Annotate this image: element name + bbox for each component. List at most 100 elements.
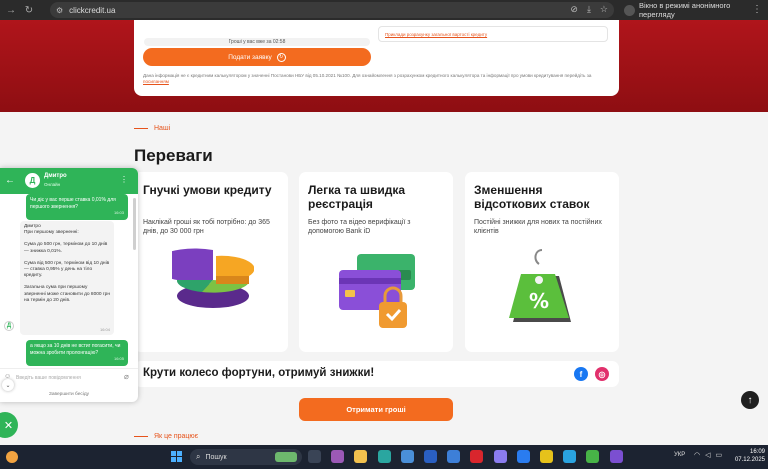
battery-icon[interactable]: ▭: [716, 451, 723, 459]
incognito-icon: [624, 4, 635, 16]
chat-message-out: Чи діє у вас перше ставка 0,01% для перш…: [26, 194, 128, 220]
mail-icon[interactable]: [447, 450, 461, 463]
chat-message-out: а якщо за 10 днів не встиг погасити, чи …: [26, 340, 128, 366]
get-money-button[interactable]: Отримати гроші: [299, 398, 453, 421]
search-highlight-image: [275, 452, 297, 462]
advantage-card-registration: Легка та швидка реєстрація Без фото та в…: [299, 172, 453, 352]
calculator-card: Гроші у вас вже за 02:58 Подати заявку ↻…: [134, 20, 619, 96]
cards-lock-icon: [339, 254, 415, 328]
message-time: 16:03: [113, 210, 124, 215]
apply-button-label: Подати заявку: [228, 53, 272, 61]
message-time: 16:04: [99, 326, 110, 332]
browser-toolbar: → ↻ ⚙ clickcredit.ua ⊘ ⤓ ☆ Вікно в режим…: [0, 0, 768, 20]
chat-message-input[interactable]: [16, 372, 120, 384]
bookmark-star-icon[interactable]: ☆: [600, 4, 608, 15]
advantage-card-flexible: Гнучкі умови кредиту Наклікай гроші як т…: [134, 172, 288, 352]
operator-status: Онлайн: [44, 182, 61, 187]
edge-icon[interactable]: [377, 450, 391, 463]
reload-icon[interactable]: ↻: [22, 5, 36, 16]
incognito-label: Вікно в режимі анонімного перегляду: [639, 1, 731, 19]
search-label: Пошук: [205, 453, 227, 461]
avatar: Д: [25, 173, 40, 188]
card-text: Постійні знижки для нових та постійних к…: [474, 219, 602, 235]
discount-tag-icon: %: [509, 249, 571, 322]
language-indicator[interactable]: УКР: [674, 452, 685, 458]
chrome-icon[interactable]: [540, 450, 553, 463]
disclaimer-link[interactable]: посиланням: [143, 79, 169, 84]
section-tag: Наші: [134, 125, 170, 132]
section-title: Переваги: [134, 146, 213, 165]
search-icon: ⌕: [196, 452, 201, 461]
card-title: Легка та швидка реєстрація: [308, 183, 406, 211]
site-info-icon[interactable]: ⚙: [56, 6, 63, 15]
example-link[interactable]: Приклади розрахунку загальної вартості к…: [385, 32, 487, 37]
incognito-indicator[interactable]: Вікно в режимі анонімного перегляду: [624, 1, 768, 19]
arrow-circle-icon: ↻: [276, 52, 286, 62]
operator-name: Дмитро: [44, 173, 67, 179]
taskbar-search[interactable]: ⌕ Пошук: [190, 449, 302, 465]
widgets-icon[interactable]: [331, 450, 345, 463]
tag-line: [134, 128, 148, 129]
instagram-icon[interactable]: ◎: [595, 367, 609, 381]
tag-line: [134, 436, 148, 437]
app-green-icon[interactable]: [586, 450, 600, 463]
chat-scrollbar[interactable]: [133, 198, 136, 250]
svg-text:%: %: [529, 289, 549, 313]
facebook-icon[interactable]: f: [574, 367, 588, 381]
card-title: Гнучкі умови кредиту: [143, 183, 272, 197]
pie-chart-icon: [172, 248, 254, 308]
chat-widget: ← Д Дмитро Онлайн ⋮ Чи діє у вас перше с…: [0, 168, 138, 402]
disclaimer-text: Дана інформація не є кредитним калькулят…: [143, 73, 592, 78]
fortune-wheel-text: Крути колесо фортуни, отримуй знижки!: [143, 367, 375, 379]
eye-off-icon[interactable]: ⊘: [570, 4, 578, 15]
attach-icon[interactable]: ⌀: [124, 372, 129, 381]
volume-icon[interactable]: ◁: [705, 451, 710, 459]
url-text: clickcredit.ua: [69, 5, 116, 15]
calculator-example-box: Приклади розрахунку загальної вартості к…: [378, 26, 608, 42]
back-arrow-icon[interactable]: ←: [5, 175, 15, 186]
chat-menu-icon[interactable]: ⋮: [120, 175, 128, 184]
store-icon[interactable]: [400, 450, 414, 463]
end-chat-button[interactable]: Завершити бесіду: [0, 392, 138, 397]
apply-button[interactable]: Подати заявку ↻: [143, 48, 371, 66]
browser-menu-icon[interactable]: ⋮: [752, 4, 762, 15]
message-time: 16:05: [113, 356, 124, 361]
section-tag-label: Наші: [154, 125, 171, 132]
clock[interactable]: 16:09 07.12.2025: [733, 448, 765, 464]
viber-icon[interactable]: [609, 450, 623, 463]
operator-avatar-small: Д: [4, 321, 14, 331]
fortune-wheel-banner[interactable]: Крути колесо фортуни, отримуй знижки! f …: [134, 361, 619, 387]
message-text: Чи діє у вас перше ставка 0,01% для перш…: [30, 197, 116, 210]
chevron-down-icon[interactable]: ⌄: [2, 379, 14, 391]
reply-line: Загальна сума при першому зверненні може…: [24, 285, 110, 303]
opera-icon[interactable]: [470, 450, 484, 463]
telegram-icon[interactable]: [563, 450, 577, 463]
reply-line: Сума до 500 грн, терміном до 10 днів — з…: [24, 242, 108, 254]
chat-message-in: Дмитро При першому зверненні: Сума до 50…: [20, 221, 114, 335]
scroll-top-button[interactable]: ↑: [741, 391, 759, 409]
chat-input-row: ☺ ⌀: [0, 368, 138, 386]
wifi-icon[interactable]: ◠: [694, 451, 700, 459]
forward-icon[interactable]: →: [4, 5, 18, 16]
system-tray[interactable]: ◠ ◁ ▭: [694, 451, 722, 459]
message-text: а якщо за 10 днів не встиг погасити, чи …: [30, 343, 121, 356]
file-explorer-icon[interactable]: [354, 450, 368, 463]
task-view-icon[interactable]: [308, 450, 321, 463]
download-icon[interactable]: ⤓: [587, 4, 591, 15]
meta-icon[interactable]: [493, 450, 507, 463]
calculator-note: Гроші у вас вже за 02:58: [144, 38, 370, 46]
chat-close-button[interactable]: ✕: [0, 412, 18, 438]
card-text: Без фото та відео верифікації з допомого…: [308, 219, 411, 235]
dropbox-icon[interactable]: [516, 450, 530, 463]
chat-header: ← Д Дмитро Онлайн ⋮: [0, 168, 138, 194]
advantage-card-discount: Зменшення відсоткових ставок Постійні зн…: [465, 172, 619, 352]
how-tag-label: Як це працює: [154, 433, 199, 440]
address-bar[interactable]: ⚙ clickcredit.ua ⊘ ⤓ ☆: [50, 2, 614, 18]
how-it-works-tag: Як це працює: [134, 433, 198, 440]
app-l-icon[interactable]: [424, 450, 437, 463]
start-menu-icon[interactable]: [171, 451, 182, 462]
reply-line: Сума від 500 грн, терміном від 10 днів —…: [24, 260, 110, 279]
clock-time: 16:09: [749, 449, 765, 455]
card-text: Наклікай гроші як тобі потрібно: до 365 …: [143, 219, 270, 235]
weather-icon[interactable]: [6, 451, 18, 463]
